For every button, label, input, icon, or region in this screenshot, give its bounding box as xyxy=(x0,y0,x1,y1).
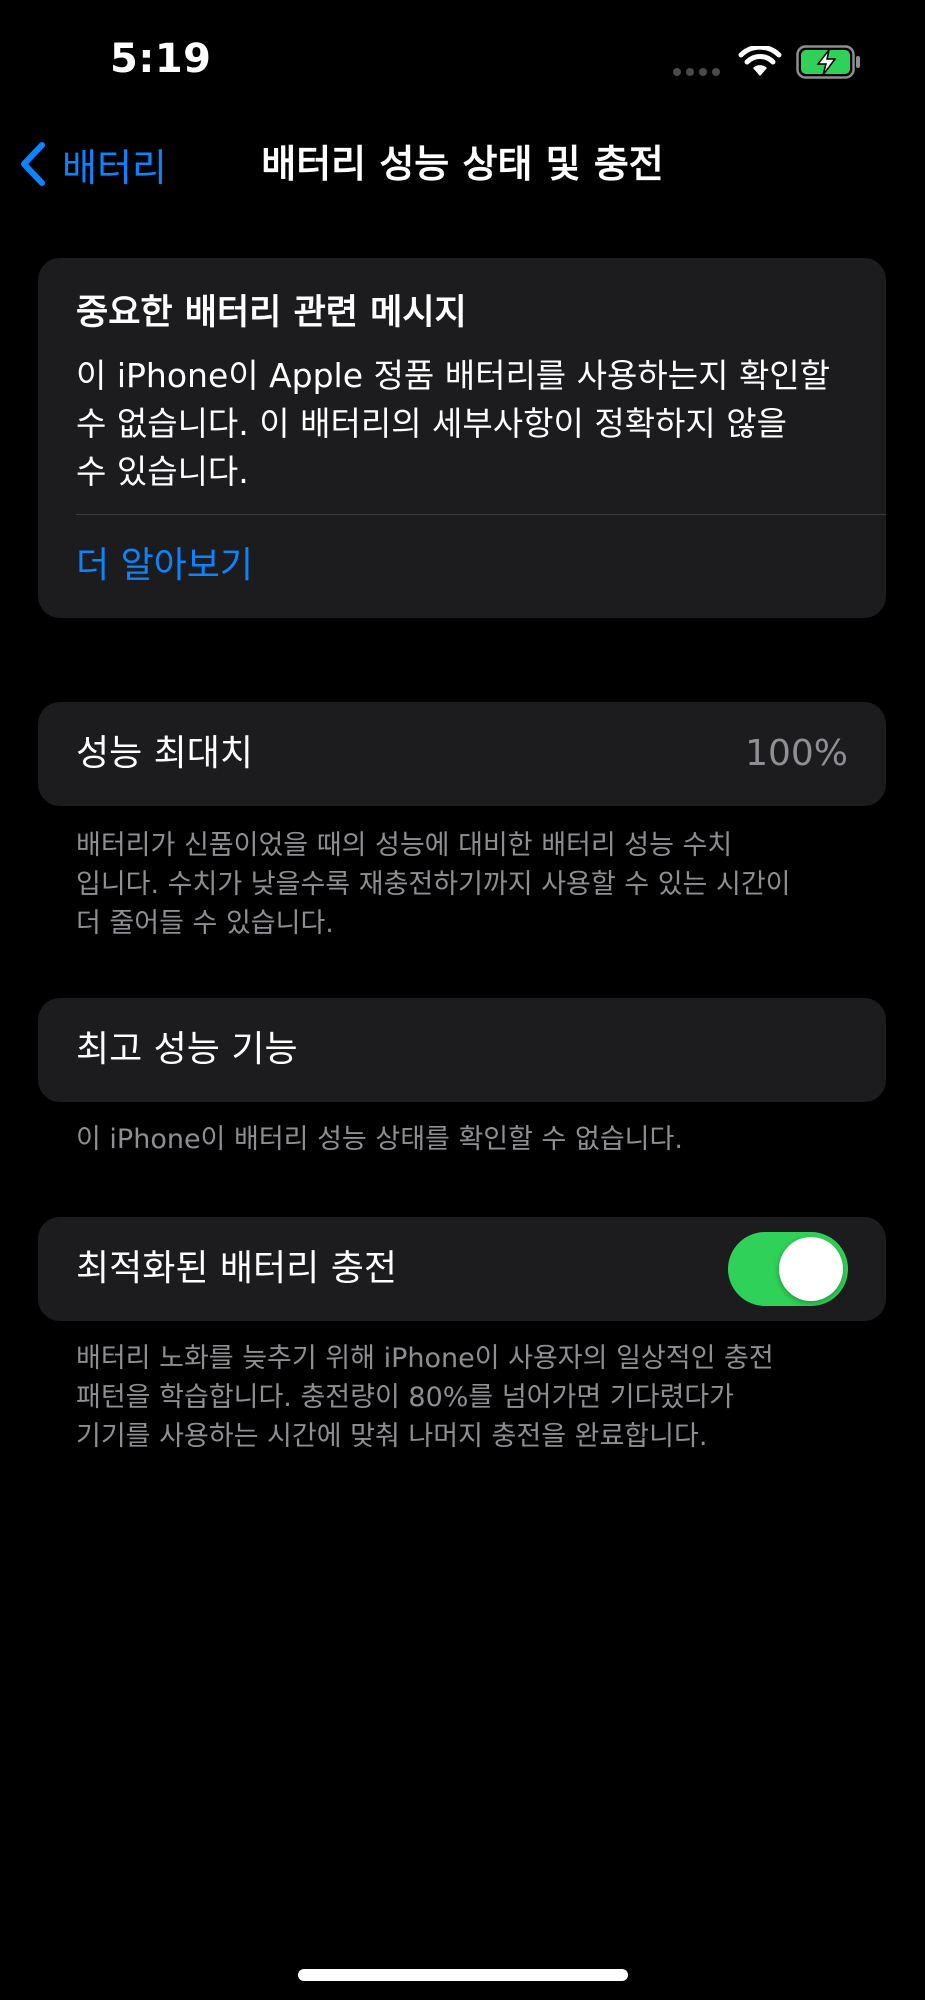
back-button[interactable]: 배터리 xyxy=(18,136,167,192)
signal-dot xyxy=(686,68,694,76)
optimized-charging-footnote: 배터리 노화를 늦추기 위해 iPhone이 사용자의 일상적인 충전 패턴을 … xyxy=(76,1343,774,1452)
alert-title: 중요한 배터리 관련 메시지 xyxy=(76,293,467,333)
peak-capacity-label: 성능 최대치 xyxy=(76,733,254,774)
peak-capacity-value: 100% xyxy=(745,733,848,774)
alert-body: 이 iPhone이 Apple 정품 배터리를 사용하는지 확인할 수 없습니다… xyxy=(76,356,831,491)
optimized-charging-toggle[interactable] xyxy=(728,1232,848,1306)
peak-capacity-row: 성능 최대치 100% xyxy=(38,702,886,806)
status-bar-time: 5:19 xyxy=(110,36,212,82)
peak-performance-label: 최고 성능 기능 xyxy=(76,1029,298,1070)
signal-dot xyxy=(673,68,681,76)
learn-more-link[interactable]: 더 알아보기 xyxy=(76,514,253,618)
optimized-charging-row: 최적화된 배터리 충전 xyxy=(38,1217,886,1321)
wifi-icon xyxy=(738,46,782,76)
signal-dots-icon xyxy=(673,68,720,76)
peak-performance-footnote: 이 iPhone이 배터리 성능 상태를 확인할 수 없습니다. xyxy=(76,1124,683,1155)
peak-performance-row: 최고 성능 기능 xyxy=(38,998,886,1102)
home-indicator[interactable] xyxy=(298,1969,628,1981)
battery-charging-icon xyxy=(796,45,860,79)
signal-dot xyxy=(712,68,720,76)
page-title: 배터리 성능 상태 및 충전 xyxy=(261,142,664,186)
optimized-charging-label: 최적화된 배터리 충전 xyxy=(76,1248,397,1289)
toggle-knob xyxy=(779,1237,843,1301)
peak-capacity-footnote: 배터리가 신품이었을 때의 성능에 대비한 배터리 성능 수치 입니다. 수치가… xyxy=(76,830,791,939)
battery-alert-card: 중요한 배터리 관련 메시지 이 iPhone이 Apple 정품 배터리를 사… xyxy=(38,258,886,618)
chevron-left-icon xyxy=(21,142,45,186)
signal-dot xyxy=(699,68,707,76)
back-button-label: 배터리 xyxy=(62,145,167,190)
